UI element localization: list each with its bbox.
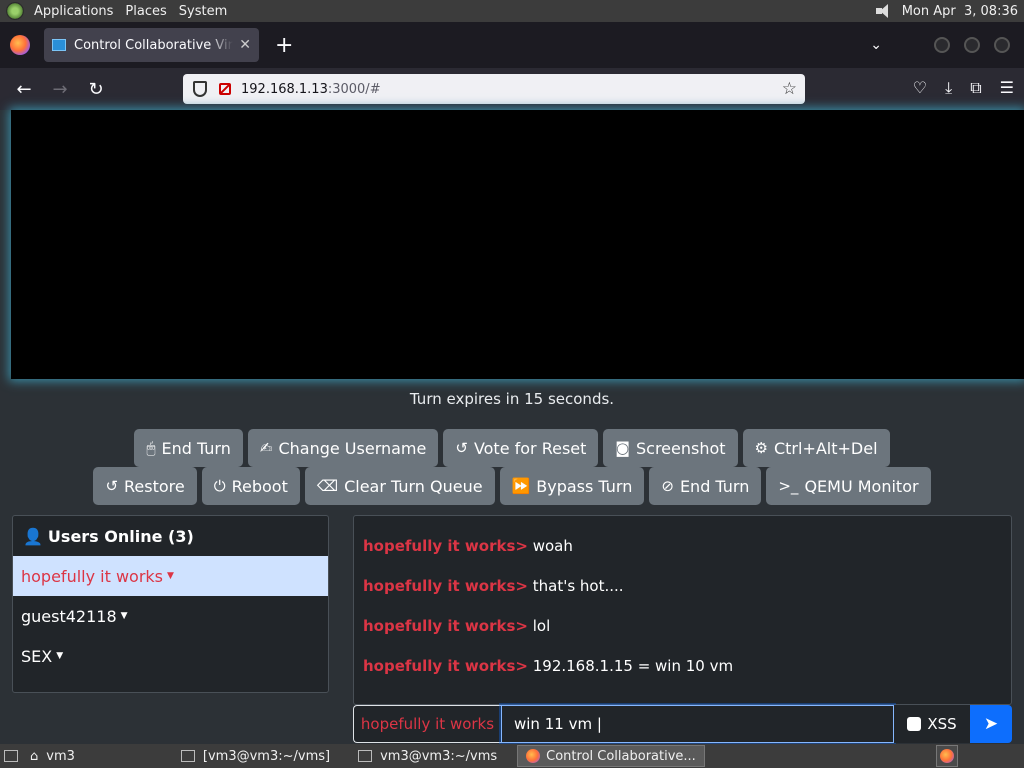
chat-message: hopefully it works> lol xyxy=(363,617,551,635)
bottom-taskbar: ⌂ vm3 [vm3@vm3:~/vms] vm3@vm3:~/vms Contr… xyxy=(0,744,1024,768)
new-tab-button[interactable]: + xyxy=(275,33,293,58)
chat-message: hopefully it works> 192.168.1.15 = win 1… xyxy=(363,657,734,675)
minimize-window-button[interactable] xyxy=(934,37,950,53)
caret-down-icon: ▼ xyxy=(56,651,64,661)
pocket-icon[interactable]: ♡ xyxy=(913,78,927,98)
users-online-panel: 👤 Users Online (3) hopefully it works ▼ gu… xyxy=(12,515,329,693)
top-panel: Applications Places System Mon Apr 3, 08… xyxy=(0,0,1024,22)
fast-forward-icon: ⏩ xyxy=(511,477,531,495)
tab-title: Control Collaborative Virtual Machine xyxy=(74,37,233,53)
insecure-lock-icon[interactable] xyxy=(219,83,231,95)
send-button[interactable]: ➤ xyxy=(970,705,1012,743)
chat-input-group: hopefully it works win 11 vm | XSS ➤ xyxy=(353,705,1012,743)
hamburger-menu-icon[interactable]: ☰ xyxy=(1000,78,1014,98)
volume-icon[interactable] xyxy=(874,3,894,19)
chat-message: hopefully it works> woah xyxy=(363,537,573,555)
distro-logo-icon[interactable] xyxy=(6,2,24,20)
user-item[interactable]: SEX ▼ xyxy=(13,636,328,676)
monitor-favicon-icon xyxy=(52,39,66,51)
restore-button[interactable]: ↺ Restore xyxy=(93,467,197,505)
eraser-icon: ⌫ xyxy=(316,477,339,495)
user-item[interactable]: guest42118 ▼ xyxy=(13,596,328,636)
reboot-button[interactable]: ⏻ Reboot xyxy=(201,467,300,505)
tab-bar: Control Collaborative Virtual Machine ✕ … xyxy=(0,22,1024,68)
gear-icon: ⚙ xyxy=(754,439,768,457)
ctrl-alt-del-button[interactable]: ⚙ Ctrl+Alt+Del xyxy=(742,429,890,467)
bypass-turn-button[interactable]: ⏩ Bypass Turn xyxy=(499,467,645,505)
close-window-button[interactable] xyxy=(994,37,1010,53)
xss-toggle[interactable]: XSS xyxy=(894,705,970,743)
list-tabs-chevron-icon[interactable]: ⌄ xyxy=(870,37,882,53)
back-arrow-icon[interactable]: ← xyxy=(6,79,42,100)
bookmark-star-icon[interactable]: ☆ xyxy=(782,79,797,99)
tray-firefox-button[interactable] xyxy=(936,745,958,767)
browser-tab[interactable]: Control Collaborative Virtual Machine ✕ xyxy=(44,28,259,62)
firefox-view-icon[interactable] xyxy=(10,35,30,55)
firefox-icon xyxy=(940,749,954,763)
undo-icon: ↺ xyxy=(105,477,119,495)
camera-icon: ◙ xyxy=(615,439,630,457)
caret-down-icon: ▼ xyxy=(167,571,174,581)
vote-reset-button[interactable]: ↺ Vote for Reset xyxy=(443,429,599,467)
chat-message: hopefully it works> that's hot.... xyxy=(363,577,624,595)
chat-username-label: hopefully it works xyxy=(353,705,501,743)
end-turn-button[interactable]: 🖱 End Turn xyxy=(134,429,243,467)
terminal-icon xyxy=(180,750,195,762)
undo-icon: ↺ xyxy=(455,439,468,457)
users-online-header: 👤 Users Online (3) xyxy=(23,526,194,546)
url-bar[interactable]: 192.168.1.13:3000/# ☆ xyxy=(183,74,805,104)
ban-icon: ⊘ xyxy=(661,477,674,495)
extensions-icon[interactable]: ⧉ xyxy=(970,78,981,98)
system-menu[interactable]: System xyxy=(173,4,233,19)
turn-status: Turn expires in 15 seconds. xyxy=(409,390,615,408)
maximize-window-button[interactable] xyxy=(964,37,980,53)
home-folder-icon: ⌂ xyxy=(30,748,39,764)
url-text[interactable]: 192.168.1.13:3000/# xyxy=(241,82,381,97)
chat-log[interactable]: hopefully it works> woah hopefully it wo… xyxy=(353,515,1012,705)
nav-bar: ← → ↻ 192.168.1.13:3000/# ☆ ♡ ⤓ ⧉ ☰ xyxy=(0,68,1024,110)
desktop-icon xyxy=(4,750,18,762)
places-menu[interactable]: Places xyxy=(119,4,172,19)
user-icon: 👤 xyxy=(23,526,43,546)
vm-display[interactable] xyxy=(11,110,1024,379)
taskbar-item-terminal-2[interactable]: vm3@vm3:~/vms xyxy=(350,745,505,767)
terminal-icon: >_ xyxy=(778,477,799,495)
show-desktop-button[interactable] xyxy=(0,745,22,767)
chat-input[interactable]: win 11 vm | xyxy=(501,705,894,743)
applications-menu[interactable]: Applications xyxy=(28,4,119,19)
qemu-monitor-button[interactable]: >_ QEMU Monitor xyxy=(766,467,931,505)
clock[interactable]: Mon Apr 3, 08:36 xyxy=(902,4,1018,19)
tracking-shield-icon[interactable] xyxy=(193,81,207,97)
clear-turn-queue-button[interactable]: ⌫ Clear Turn Queue xyxy=(304,467,495,505)
end-turn-admin-button[interactable]: ⊘ End Turn xyxy=(649,467,762,505)
page-content: Turn expires in 15 seconds. 🖱 End Turn ✍ C… xyxy=(0,110,1024,744)
forward-arrow-icon[interactable]: → xyxy=(42,79,78,100)
vm-controls-row-1: 🖱 End Turn ✍ Change Username ↺ Vote for Res… xyxy=(0,429,1024,467)
xss-checkbox[interactable] xyxy=(907,717,922,731)
vm-controls-row-2: ↺ Restore ⏻ Reboot ⌫ Clear Turn Queue ⏩ Bypa… xyxy=(0,467,1024,505)
close-tab-icon[interactable]: ✕ xyxy=(239,37,251,53)
taskbar-item-firefox[interactable]: Control Collaborative... xyxy=(517,745,705,767)
user-item[interactable]: hopefully it works ▼ xyxy=(13,556,328,596)
mouse-icon: 🖱 xyxy=(146,439,156,457)
change-username-button[interactable]: ✍ Change Username xyxy=(247,429,439,467)
reload-icon[interactable]: ↻ xyxy=(78,79,114,100)
caret-down-icon: ▼ xyxy=(120,611,128,621)
downloads-icon[interactable]: ⤓ xyxy=(945,78,952,98)
taskbar-item-vm3[interactable]: ⌂ vm3 xyxy=(22,745,83,767)
paper-plane-icon: ➤ xyxy=(983,714,999,734)
screenshot-button[interactable]: ◙ Screenshot xyxy=(603,429,738,467)
terminal-icon xyxy=(358,750,373,762)
taskbar-item-terminal-1[interactable]: [vm3@vm3:~/vms] xyxy=(173,745,338,767)
power-icon: ⏻ xyxy=(213,477,226,495)
firefox-icon xyxy=(526,749,541,763)
signature-icon: ✍ xyxy=(259,439,273,457)
